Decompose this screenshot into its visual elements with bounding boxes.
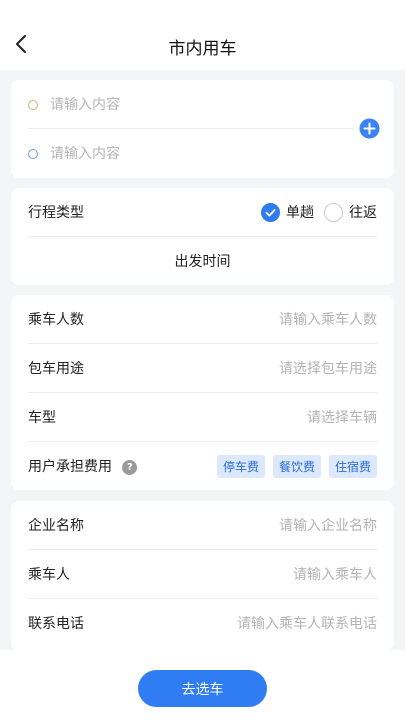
user-fee-label-wrap: 用户承担费用 ? <box>28 456 138 476</box>
charter-purpose-placeholder: 请选择包车用途 <box>279 361 377 377</box>
charter-purpose-row[interactable]: 包车用途 请选择包车用途 <box>28 344 377 392</box>
trip-type-label: 行程类型 <box>28 205 84 221</box>
passenger-count-placeholder: 请输入乘车人数 <box>279 312 377 328</box>
fee-tag-lodging[interactable]: 住宿费 <box>328 454 377 478</box>
radio-single-trip[interactable]: 单趟 <box>261 202 314 222</box>
trip-type-row: 行程类型 单趟 往返 <box>28 188 377 236</box>
radio-round-label: 往返 <box>349 205 377 221</box>
fee-tag-list: 停车费 餐饮费 住宿费 <box>209 454 377 478</box>
help-question-icon[interactable]: ? <box>122 459 138 475</box>
end-dot-icon <box>28 148 38 159</box>
depart-time-button[interactable]: 出发时间 <box>11 237 394 285</box>
check-circle-icon <box>261 202 280 222</box>
navigation-bar: 市内用车 <box>0 0 405 70</box>
contact-phone-row[interactable]: 联系电话 请输入乘车人联系电话 <box>28 599 377 647</box>
company-name-label: 企业名称 <box>28 518 84 534</box>
bottom-action-bar: 去选车 <box>0 650 405 720</box>
company-name-row[interactable]: 企业名称 请输入企业名称 <box>28 501 377 549</box>
add-stop-plus-icon[interactable] <box>359 118 380 139</box>
passenger-label: 乘车人 <box>28 567 70 583</box>
company-name-placeholder: 请输入企业名称 <box>279 518 377 534</box>
contact-phone-placeholder: 请输入乘车人联系电话 <box>237 616 377 632</box>
trip-type-radio-group: 单趟 往返 <box>251 202 377 222</box>
radio-round-trip[interactable]: 往返 <box>324 202 377 222</box>
company-info-card: 企业名称 请输入企业名称 乘车人 请输入乘车人 联系电话 请输入乘车人联系电话 <box>11 501 394 651</box>
end-address-input[interactable] <box>50 145 310 162</box>
page-title: 市内用车 <box>168 39 237 59</box>
select-car-button[interactable]: 去选车 <box>138 670 267 707</box>
passenger-row[interactable]: 乘车人 请输入乘车人 <box>28 550 377 598</box>
fee-tag-meals[interactable]: 餐饮费 <box>272 454 321 478</box>
end-address-row[interactable] <box>11 129 354 178</box>
address-card <box>11 80 394 178</box>
car-type-placeholder: 请选择车辆 <box>307 410 377 426</box>
start-address-input[interactable] <box>50 96 310 113</box>
car-type-label: 车型 <box>28 410 56 426</box>
start-address-row[interactable] <box>11 80 354 129</box>
trip-card: 行程类型 单趟 往返 出发时间 <box>11 188 394 285</box>
charter-purpose-label: 包车用途 <box>28 361 84 377</box>
passenger-placeholder: 请输入乘车人 <box>293 567 377 583</box>
fee-tag-parking[interactable]: 停车费 <box>216 454 265 478</box>
empty-circle-icon <box>324 202 343 222</box>
passenger-count-label: 乘车人数 <box>28 312 84 328</box>
start-dot-icon <box>28 99 38 110</box>
user-fee-row: 用户承担费用 ? 停车费 餐饮费 住宿费 <box>28 442 377 490</box>
passenger-count-row[interactable]: 乘车人数 请输入乘车人数 <box>28 295 377 343</box>
car-type-row[interactable]: 车型 请选择车辆 <box>28 393 377 441</box>
user-fee-label: 用户承担费用 <box>28 459 112 475</box>
booking-info-card: 乘车人数 请输入乘车人数 包车用途 请选择包车用途 车型 请选择车辆 用户承担费… <box>11 295 394 490</box>
contact-phone-label: 联系电话 <box>28 616 84 632</box>
radio-single-label: 单趟 <box>286 205 314 221</box>
